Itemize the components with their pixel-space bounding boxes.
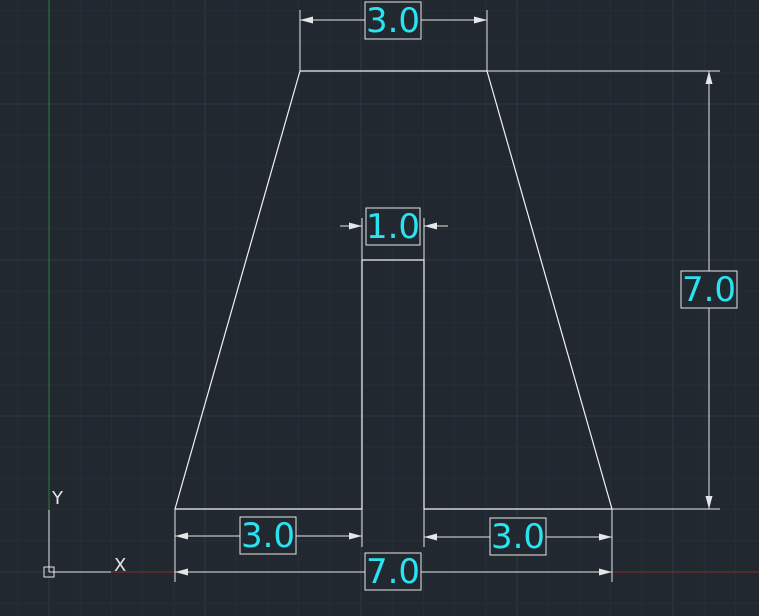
ucs-x-label: X bbox=[114, 555, 126, 576]
trapezoid-shape[interactable] bbox=[174, 70, 613, 510]
dimension-top-width[interactable]: 3.0 bbox=[299, 1, 488, 71]
ucs-icon: Y X bbox=[43, 488, 126, 578]
height-label: 7.0 bbox=[682, 270, 736, 310]
dimension-height[interactable]: 7.0 bbox=[487, 70, 738, 510]
ucs-y-label: Y bbox=[51, 488, 64, 509]
right-slanted-edge[interactable] bbox=[486, 70, 613, 510]
left-slanted-edge[interactable] bbox=[174, 70, 301, 510]
bottom-right-label: 3.0 bbox=[491, 517, 545, 557]
bottom-total-label: 7.0 bbox=[366, 552, 420, 592]
drawing-grid bbox=[0, 0, 759, 616]
slot-width-label: 1.0 bbox=[366, 207, 420, 247]
dimension-slot-width[interactable]: 1.0 bbox=[340, 207, 448, 260]
bottom-left-label: 3.0 bbox=[241, 516, 295, 556]
top-width-label: 3.0 bbox=[366, 1, 420, 41]
dimension-bottom-total[interactable]: 7.0 bbox=[175, 552, 612, 592]
dimension-bottom-right[interactable]: 3.0 bbox=[423, 509, 613, 582]
drawing-canvas[interactable]: 3.0 1.0 7.0 3.0 3.0 7.0 Y X bbox=[0, 0, 759, 616]
dimension-bottom-left[interactable]: 3.0 bbox=[174, 509, 363, 582]
